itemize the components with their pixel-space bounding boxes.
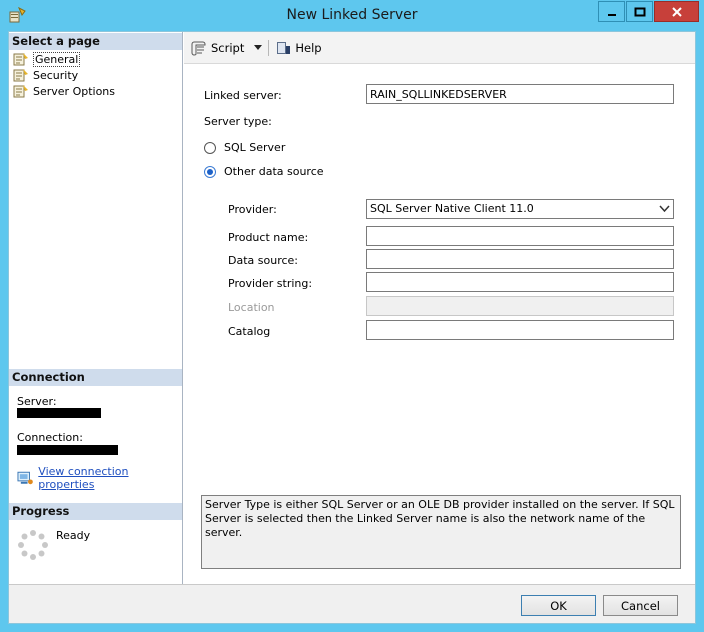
view-connection-properties-row[interactable]: View connection properties xyxy=(17,465,182,491)
view-connection-properties-link[interactable]: View connection properties xyxy=(38,465,182,491)
page-item-label: General xyxy=(33,51,81,67)
dialog-client-area: Select a page General Security Server Op… xyxy=(8,31,696,624)
toolbar: Script Help xyxy=(184,32,695,64)
connection-header: Connection xyxy=(9,369,182,386)
page-icon xyxy=(13,85,28,98)
linked-server-input[interactable] xyxy=(366,84,674,104)
page-item-label: Server Options xyxy=(33,84,116,98)
chevron-down-icon xyxy=(254,44,263,50)
provider-label: Provider: xyxy=(228,203,277,216)
help-icon xyxy=(277,41,291,54)
maximize-button[interactable] xyxy=(626,1,653,22)
connection-properties-icon xyxy=(17,471,33,485)
radio-button[interactable] xyxy=(204,141,216,154)
page-item-server-options[interactable]: Server Options xyxy=(13,83,115,99)
page-item-general[interactable]: General xyxy=(13,51,81,67)
right-content-pane: Script Help Linked server: Server type: … xyxy=(184,32,695,584)
progress-spinner-icon xyxy=(18,530,48,560)
server-label: Server: xyxy=(17,395,57,408)
cancel-button[interactable]: Cancel xyxy=(603,595,678,616)
location-label: Location xyxy=(228,301,275,314)
maximize-icon xyxy=(634,7,645,16)
page-item-security[interactable]: Security xyxy=(13,67,78,83)
radio-sql-server[interactable]: SQL Server xyxy=(204,141,285,154)
provider-string-input[interactable] xyxy=(366,272,674,292)
script-label: Script xyxy=(211,40,245,55)
progress-header: Progress xyxy=(9,503,182,520)
page-item-label: Security xyxy=(33,68,79,82)
radio-label: Other data source xyxy=(224,165,324,178)
close-button[interactable] xyxy=(654,1,699,22)
script-dropdown-button[interactable] xyxy=(254,44,263,51)
help-label: Help xyxy=(295,40,322,55)
radio-other-data-source[interactable]: Other data source xyxy=(204,165,324,178)
radio-button[interactable] xyxy=(204,165,216,178)
ok-button[interactable]: OK xyxy=(521,595,596,616)
close-icon xyxy=(671,6,682,17)
script-icon xyxy=(191,41,206,56)
provider-selected-value: SQL Server Native Client 11.0 xyxy=(370,202,534,215)
select-page-header: Select a page xyxy=(9,33,182,50)
dialog-window: New Linked Server Select a page General … xyxy=(0,0,704,632)
provider-select[interactable]: SQL Server Native Client 11.0 xyxy=(366,199,674,219)
description-panel: Server Type is either SQL Server or an O… xyxy=(201,495,681,569)
page-icon xyxy=(13,53,28,66)
redacted-server-value xyxy=(17,408,101,418)
page-icon xyxy=(13,69,28,82)
product-name-input[interactable] xyxy=(366,226,674,246)
help-button[interactable]: Help xyxy=(275,40,322,56)
catalog-input[interactable] xyxy=(366,320,674,340)
radio-label: SQL Server xyxy=(224,141,286,154)
script-button[interactable]: Script xyxy=(191,40,244,56)
linked-server-label: Linked server: xyxy=(204,89,282,102)
location-input xyxy=(366,296,674,316)
data-source-label: Data source: xyxy=(228,254,298,267)
data-source-input[interactable] xyxy=(366,249,674,269)
product-name-label: Product name: xyxy=(228,231,309,244)
dialog-button-bar: OK Cancel xyxy=(9,584,695,623)
minimize-button[interactable] xyxy=(598,1,625,22)
toolbar-separator xyxy=(268,39,270,56)
server-type-label: Server type: xyxy=(204,115,272,128)
catalog-label: Catalog xyxy=(228,325,271,338)
left-navigation-pane: Select a page General Security Server Op… xyxy=(9,32,183,584)
title-bar[interactable]: New Linked Server xyxy=(0,0,704,30)
chevron-down-icon xyxy=(659,205,670,213)
minimize-icon xyxy=(607,13,616,16)
connection-label: Connection: xyxy=(17,431,83,444)
provider-string-label: Provider string: xyxy=(228,277,313,290)
progress-status: Ready xyxy=(56,529,91,542)
redacted-connection-value xyxy=(17,445,118,455)
